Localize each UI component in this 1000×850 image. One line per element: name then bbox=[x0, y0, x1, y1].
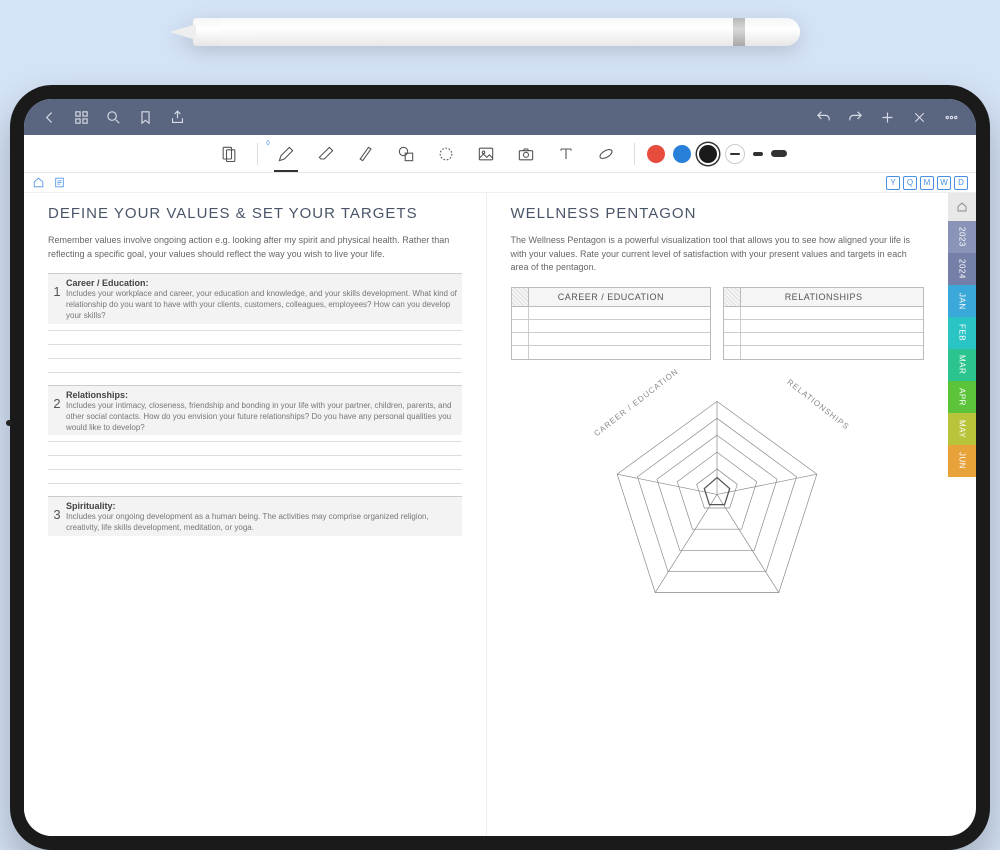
share-button[interactable] bbox=[162, 102, 192, 132]
side-tabs: 2023 2024 JAN FEB MAR APR MAY JUN bbox=[948, 193, 976, 477]
writing-lines[interactable] bbox=[48, 330, 462, 373]
tab-may[interactable]: MAY bbox=[948, 413, 976, 445]
search-button[interactable] bbox=[98, 102, 128, 132]
writing-lines[interactable] bbox=[48, 441, 462, 484]
page-content: DEFINE YOUR VALUES & SET YOUR TARGETS Re… bbox=[24, 193, 948, 836]
index-icon[interactable] bbox=[53, 176, 66, 189]
right-intro: The Wellness Pentagon is a powerful visu… bbox=[511, 234, 925, 275]
lasso-tool[interactable] bbox=[430, 138, 462, 170]
thumbnails-button[interactable] bbox=[66, 102, 96, 132]
color-black[interactable] bbox=[699, 145, 717, 163]
tab-2023[interactable]: 2023 bbox=[948, 221, 976, 253]
pen-tool[interactable]: ⬨ bbox=[270, 138, 302, 170]
pentagon-chart[interactable]: CAREER / EDUCATION RELATIONSHIPS bbox=[572, 376, 862, 596]
text-tool[interactable] bbox=[550, 138, 582, 170]
tab-home[interactable] bbox=[948, 193, 976, 221]
color-red[interactable] bbox=[647, 145, 665, 163]
tab-mar[interactable]: MAR bbox=[948, 349, 976, 381]
section-3: 3 Spirituality: Includes your ongoing de… bbox=[48, 496, 462, 535]
redo-button[interactable] bbox=[840, 102, 870, 132]
tab-jun[interactable]: JUN bbox=[948, 445, 976, 477]
sub-nav: Y Q M W D bbox=[24, 173, 976, 193]
readonly-tool[interactable] bbox=[213, 138, 245, 170]
section-1: 1 Career / Education: Includes your work… bbox=[48, 273, 462, 324]
tool-toolbar: ⬨ bbox=[24, 135, 976, 173]
app-topbar bbox=[24, 99, 976, 135]
left-title: DEFINE YOUR VALUES & SET YOUR TARGETS bbox=[48, 205, 462, 222]
more-button[interactable] bbox=[936, 102, 966, 132]
period-quarter[interactable]: Q bbox=[903, 176, 917, 190]
left-page: DEFINE YOUR VALUES & SET YOUR TARGETS Re… bbox=[24, 193, 486, 836]
highlighter-tool[interactable] bbox=[350, 138, 382, 170]
close-button[interactable] bbox=[904, 102, 934, 132]
right-page: WELLNESS PENTAGON The Wellness Pentagon … bbox=[486, 193, 949, 836]
image-tool[interactable] bbox=[470, 138, 502, 170]
tablet-frame: ⬨ Y Q M W bbox=[10, 85, 990, 850]
tab-apr[interactable]: APR bbox=[948, 381, 976, 413]
screen: ⬨ Y Q M W bbox=[24, 99, 976, 836]
stroke-thick[interactable] bbox=[771, 150, 787, 157]
left-intro: Remember values involve ongoing action e… bbox=[48, 234, 462, 261]
apple-pencil bbox=[170, 18, 800, 46]
period-week[interactable]: W bbox=[937, 176, 951, 190]
shapes-tool[interactable] bbox=[390, 138, 422, 170]
add-button[interactable] bbox=[872, 102, 902, 132]
table-relationships[interactable]: RELATIONSHIPS bbox=[723, 287, 924, 360]
tab-feb[interactable]: FEB bbox=[948, 317, 976, 349]
home-icon[interactable] bbox=[32, 176, 45, 189]
back-button[interactable] bbox=[34, 102, 64, 132]
eraser-tool[interactable] bbox=[310, 138, 342, 170]
undo-button[interactable] bbox=[808, 102, 838, 132]
bookmark-button[interactable] bbox=[130, 102, 160, 132]
period-day[interactable]: D bbox=[954, 176, 968, 190]
stroke-med[interactable] bbox=[753, 152, 763, 156]
color-blue[interactable] bbox=[673, 145, 691, 163]
period-month[interactable]: M bbox=[920, 176, 934, 190]
tab-jan[interactable]: JAN bbox=[948, 285, 976, 317]
stroke-thin[interactable] bbox=[725, 144, 745, 164]
table-career[interactable]: CAREER / EDUCATION bbox=[511, 287, 712, 360]
ruler-tool[interactable] bbox=[590, 138, 622, 170]
section-2: 2 Relationships: Includes your intimacy,… bbox=[48, 385, 462, 436]
period-year[interactable]: Y bbox=[886, 176, 900, 190]
right-title: WELLNESS PENTAGON bbox=[511, 205, 925, 222]
camera-tool[interactable] bbox=[510, 138, 542, 170]
bluetooth-icon: ⬨ bbox=[266, 137, 270, 148]
tab-2024[interactable]: 2024 bbox=[948, 253, 976, 285]
